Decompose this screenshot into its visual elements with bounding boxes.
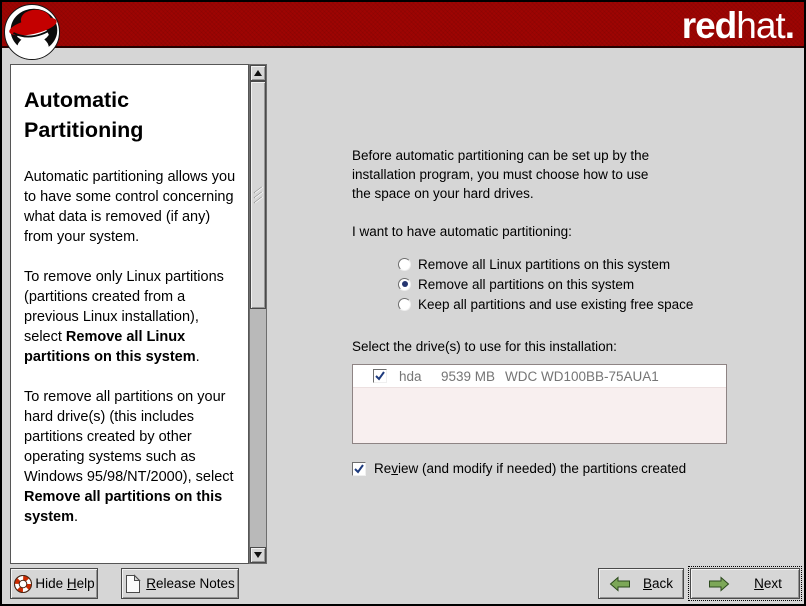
- scrollbar-thumb[interactable]: [250, 81, 266, 309]
- help-paragraph: Automatic partitioning allows you to hav…: [24, 167, 236, 247]
- help-panel: Automatic Partitioning Automatic partiti…: [10, 64, 249, 564]
- radio-button-icon[interactable]: [398, 258, 411, 271]
- document-icon: [125, 574, 141, 594]
- back-button[interactable]: Back: [598, 568, 684, 599]
- help-paragraph: To remove all partitions on your hard dr…: [24, 387, 236, 527]
- back-label: Back: [643, 576, 673, 591]
- main-content: Before automatic partitioning can be set…: [352, 146, 772, 476]
- scroll-up-button[interactable]: [250, 65, 266, 81]
- drive-row-hda[interactable]: hda 9539 MB WDC WD100BB-75AUA1: [353, 365, 726, 388]
- radio-remove-all-partitions[interactable]: Remove all partitions on this system: [398, 274, 772, 294]
- life-preserver-icon: [13, 574, 33, 594]
- arrow-left-icon: [609, 576, 631, 592]
- help-scrollbar[interactable]: [249, 64, 267, 564]
- drive-size: 9539 MB: [441, 369, 495, 384]
- radio-keep-all-partitions[interactable]: Keep all partitions and use existing fre…: [398, 294, 772, 314]
- arrow-down-icon: [254, 552, 262, 558]
- drive-checkbox[interactable]: [373, 369, 387, 383]
- scroll-down-button[interactable]: [250, 547, 266, 563]
- intro-text: installation program, you must choose ho…: [352, 165, 772, 184]
- check-icon: [374, 370, 386, 382]
- review-label: Review (and modify if needed) the partit…: [374, 461, 686, 476]
- release-notes-label: Release Notes: [146, 576, 235, 591]
- partitioning-prompt: I want to have automatic partitioning:: [352, 222, 772, 241]
- intro-text: Before automatic partitioning can be set…: [352, 146, 772, 165]
- arrow-up-icon: [254, 70, 262, 76]
- next-button[interactable]: Next: [690, 568, 800, 599]
- radio-label: Remove all partitions on this system: [418, 277, 634, 292]
- redhat-shadowman-icon: [4, 4, 60, 60]
- help-title: Automatic Partitioning: [24, 85, 236, 145]
- drive-select-label: Select the drive(s) to use for this inst…: [352, 337, 772, 356]
- thumb-grip-icon: [252, 186, 264, 204]
- check-icon: [353, 463, 365, 475]
- hide-help-button[interactable]: Hide Help: [10, 568, 98, 599]
- radio-label: Remove all Linux partitions on this syst…: [418, 257, 670, 272]
- installer-window: redhat. Automatic Partitioning Automatic…: [0, 0, 806, 606]
- radio-button-selected-icon[interactable]: [398, 278, 411, 291]
- partitioning-options: Remove all Linux partitions on this syst…: [398, 254, 772, 314]
- hide-help-label: Hide Help: [35, 576, 94, 591]
- drive-model: WDC WD100BB-75AUA1: [505, 369, 659, 384]
- drive-list[interactable]: hda 9539 MB WDC WD100BB-75AUA1: [352, 364, 727, 444]
- radio-remove-linux-partitions[interactable]: Remove all Linux partitions on this syst…: [398, 254, 772, 274]
- next-label: Next: [754, 576, 782, 591]
- drive-name: hda: [399, 369, 422, 384]
- review-checkbox[interactable]: [352, 462, 366, 476]
- intro-text: the space on your hard drives.: [352, 184, 772, 203]
- radio-button-icon[interactable]: [398, 298, 411, 311]
- radio-label: Keep all partitions and use existing fre…: [418, 297, 693, 312]
- redhat-wordmark: redhat.: [682, 6, 794, 46]
- release-notes-button[interactable]: Release Notes: [121, 568, 239, 599]
- help-paragraph: To remove only Linux partitions (partiti…: [24, 267, 236, 367]
- review-partitions-option[interactable]: Review (and modify if needed) the partit…: [352, 461, 772, 476]
- arrow-right-icon: [708, 576, 730, 592]
